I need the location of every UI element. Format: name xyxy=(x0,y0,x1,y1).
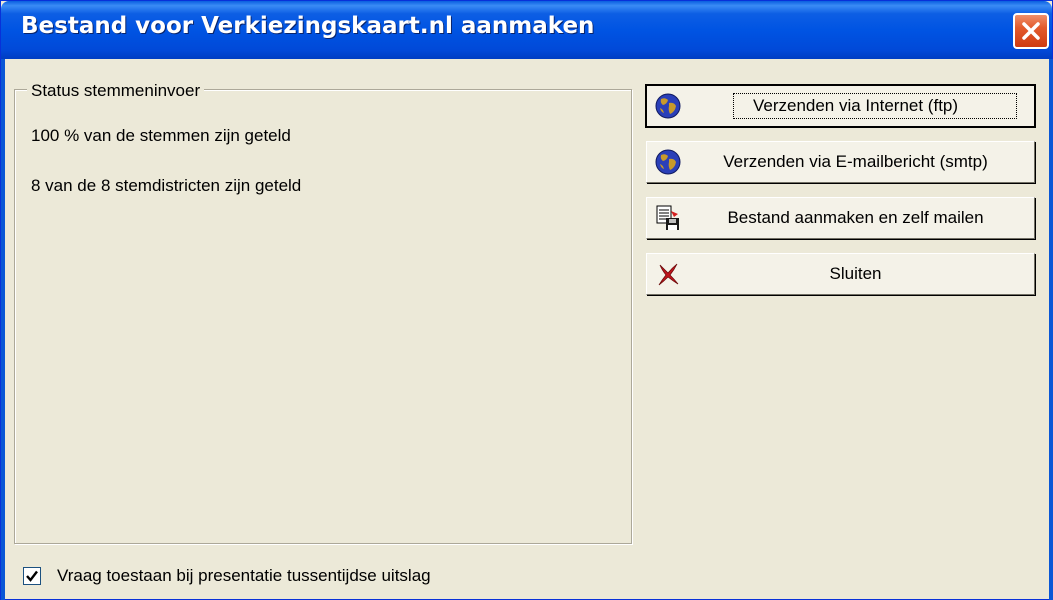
window-title: Bestand voor Verkiezingskaart.nl aanmake… xyxy=(21,13,595,39)
red-x-icon xyxy=(653,259,683,289)
close-label: Sluiten xyxy=(829,264,882,283)
window-frame-right xyxy=(1049,59,1053,600)
globe-icon xyxy=(653,91,683,121)
create-file-button[interactable]: Bestand aanmaken en zelf mailen xyxy=(646,197,1035,239)
status-group-label: Status stemmeninvoer xyxy=(27,81,205,101)
close-window-button[interactable] xyxy=(1013,13,1049,49)
create-file-label: Bestand aanmaken en zelf mailen xyxy=(727,208,984,227)
send-smtp-label: Verzenden via E-mailbericht (smtp) xyxy=(723,152,988,171)
globe-icon xyxy=(653,147,683,177)
dialog-window: Bestand voor Verkiezingskaart.nl aanmake… xyxy=(0,0,1053,600)
window-frame-left xyxy=(1,59,5,600)
close-button[interactable]: Sluiten xyxy=(646,253,1035,295)
votes-counted-text: 100 % van de stemmen zijn geteld xyxy=(31,126,291,145)
focus-rectangle xyxy=(733,93,1017,119)
send-smtp-button[interactable]: Verzenden via E-mailbericht (smtp) xyxy=(646,141,1035,183)
districts-counted-text: 8 van de 8 stemdistricten zijn geteld xyxy=(31,176,302,195)
allow-question-label[interactable]: Vraag toestaan bij presentatie tussentij… xyxy=(57,566,431,586)
status-groupbox xyxy=(14,89,632,544)
send-ftp-button[interactable]: Verzenden via Internet (ftp) xyxy=(645,84,1036,128)
checkmark-icon xyxy=(26,570,38,582)
close-icon xyxy=(1022,22,1040,40)
allow-question-checkbox[interactable] xyxy=(23,567,41,585)
title-bar[interactable]: Bestand voor Verkiezingskaart.nl aanmake… xyxy=(1,1,1052,59)
save-file-icon xyxy=(653,203,683,233)
